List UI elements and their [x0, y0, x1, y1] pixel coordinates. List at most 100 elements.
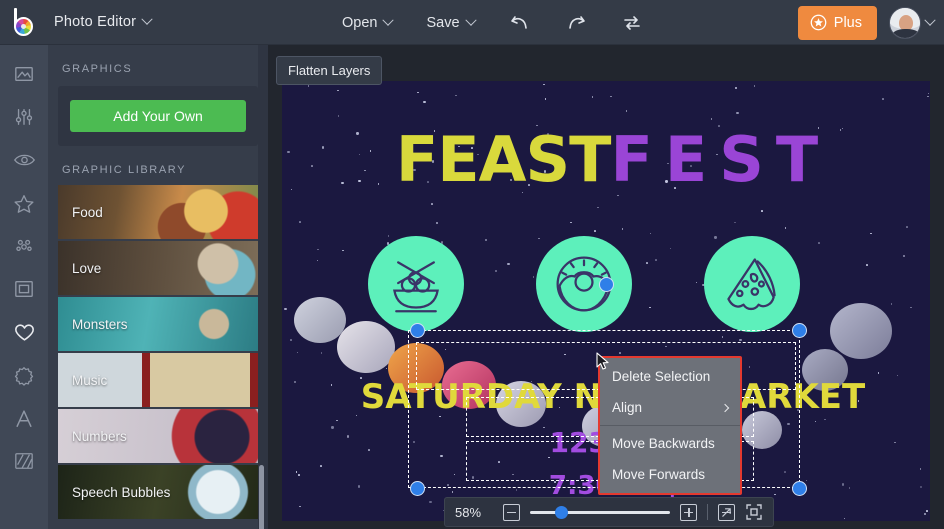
frame-icon [15, 281, 33, 297]
rail-item-stickers[interactable] [4, 358, 44, 392]
list-item[interactable]: Numbers [58, 409, 258, 463]
list-item[interactable]: Food [58, 185, 258, 239]
plus-upgrade-label: Plus [833, 14, 862, 31]
context-menu-item-delete-selection[interactable]: Delete Selection [600, 361, 740, 392]
mouse-cursor-icon [596, 352, 609, 370]
resize-handle-bottom-right[interactable] [792, 481, 807, 496]
fit-to-screen-button[interactable] [745, 503, 763, 521]
particles-icon [16, 239, 32, 251]
list-item-label: Numbers [72, 428, 127, 444]
text-a-icon [16, 409, 32, 427]
chevron-right-icon [720, 403, 730, 412]
list-item-label: Speech Bubbles [72, 484, 171, 500]
list-item[interactable]: Music [58, 353, 258, 407]
account-menu[interactable] [889, 6, 936, 39]
rail-item-text[interactable] [4, 401, 44, 435]
save-menu-label: Save [426, 14, 460, 31]
sliders-adjust-icon [15, 109, 33, 125]
planet-decoration [337, 321, 395, 373]
chevron-down-icon [382, 14, 395, 26]
context-menu-item-label: Delete Selection [612, 369, 711, 384]
zoom-slider-knob[interactable] [554, 506, 568, 519]
open-menu-button[interactable]: Open [340, 11, 395, 35]
resize-handle-top-right[interactable] [792, 323, 807, 338]
texture-stripes-icon [15, 453, 33, 469]
fit-to-screen-icon [746, 504, 762, 520]
context-menu-item-align[interactable]: Align [600, 392, 740, 423]
chevron-down-icon [141, 13, 153, 25]
undo-arrow-icon [510, 15, 527, 29]
rail-item-graphics[interactable] [4, 315, 44, 349]
zoom-out-button[interactable] [503, 503, 520, 521]
context-menu-item-move-forwards[interactable]: Move Forwards [600, 459, 740, 490]
redo-arrow-icon [568, 15, 585, 29]
star-icon [14, 194, 34, 213]
divider [707, 504, 708, 520]
noodle-bowl-badge[interactable] [368, 236, 464, 332]
rail-item-particles[interactable] [4, 229, 44, 263]
flatten-layers-button[interactable]: Flatten Layers [276, 56, 383, 85]
rail-item-overlays[interactable] [4, 186, 44, 220]
headline-part2: FEST [610, 123, 831, 196]
add-your-own-button[interactable]: Add Your Own [70, 100, 246, 132]
rail-item-adjust[interactable] [4, 100, 44, 134]
rail-item-frames[interactable] [4, 272, 44, 306]
chevron-down-icon [924, 14, 936, 26]
star-badge-icon [810, 14, 827, 31]
rotate-handle[interactable] [599, 277, 614, 292]
photo-editor-window: Photo Editor Open Save Plus GRAPHICS Add… [0, 0, 944, 529]
app-title-label: Photo Editor [54, 14, 137, 30]
rail-item-effects[interactable] [4, 143, 44, 177]
pizza-slice-icon [727, 258, 776, 311]
resize-handle-top-left[interactable] [410, 323, 425, 338]
noodle-bowl-icon [393, 261, 439, 313]
rail-item-image[interactable] [4, 57, 44, 91]
avatar [889, 6, 921, 39]
list-item-label: Love [72, 260, 102, 276]
list-item-label: Music [72, 372, 108, 388]
plus-upgrade-button[interactable]: Plus [797, 5, 877, 40]
swap-arrows-icon [623, 15, 640, 30]
list-item-label: Monsters [72, 316, 128, 332]
app-logo[interactable] [0, 0, 48, 45]
expand-button[interactable] [718, 503, 735, 521]
undo-button[interactable] [507, 10, 533, 36]
context-menu-separator [600, 425, 740, 426]
color-wheel-logo-icon [11, 8, 37, 36]
context-menu-item-label: Move Forwards [612, 467, 706, 482]
donut-badge[interactable] [536, 236, 632, 332]
planet-decoration [830, 303, 892, 359]
top-toolbar-center: Open Save [340, 0, 645, 45]
zoom-in-button[interactable] [680, 503, 697, 521]
graphic-library-label: GRAPHIC LIBRARY [62, 164, 187, 176]
flower-badge-icon [14, 366, 34, 386]
open-menu-label: Open [342, 14, 378, 31]
zoom-level-label: 58% [455, 504, 482, 520]
top-toolbar-right: Plus [797, 0, 936, 45]
canvas-stage: Flatten Layers FEASTFEST SATURDAY MARKET… [268, 45, 944, 529]
redo-button[interactable] [563, 10, 589, 36]
expand-diagonal-icon [722, 507, 731, 517]
chevron-down-icon [464, 14, 477, 26]
resize-handle-bottom-left[interactable] [410, 481, 425, 496]
list-item-label: Food [72, 204, 103, 220]
context-menu-item-label: Move Backwards [612, 436, 715, 451]
list-item[interactable]: Monsters [58, 297, 258, 351]
image-icon [15, 66, 33, 82]
pizza-slice-badge[interactable] [704, 236, 800, 332]
zoom-toolbar: 58% [444, 497, 774, 527]
app-title-menu[interactable]: Photo Editor [48, 10, 157, 34]
list-item[interactable]: Love [58, 241, 258, 295]
zoom-slider-track [530, 511, 670, 514]
swap-button[interactable] [619, 10, 645, 36]
panel-scrollbar[interactable] [259, 465, 264, 529]
context-menu-item-move-backwards[interactable]: Move Backwards [600, 428, 740, 459]
headline-text: FEASTFEST [282, 123, 944, 196]
heart-icon [14, 323, 34, 341]
save-menu-button[interactable]: Save [424, 11, 477, 35]
rail-item-texture[interactable] [4, 444, 44, 478]
headline-part1: FEAST [395, 123, 612, 196]
tool-rail [0, 45, 48, 529]
list-item[interactable]: Speech Bubbles [58, 465, 258, 519]
zoom-slider[interactable] [530, 504, 670, 520]
